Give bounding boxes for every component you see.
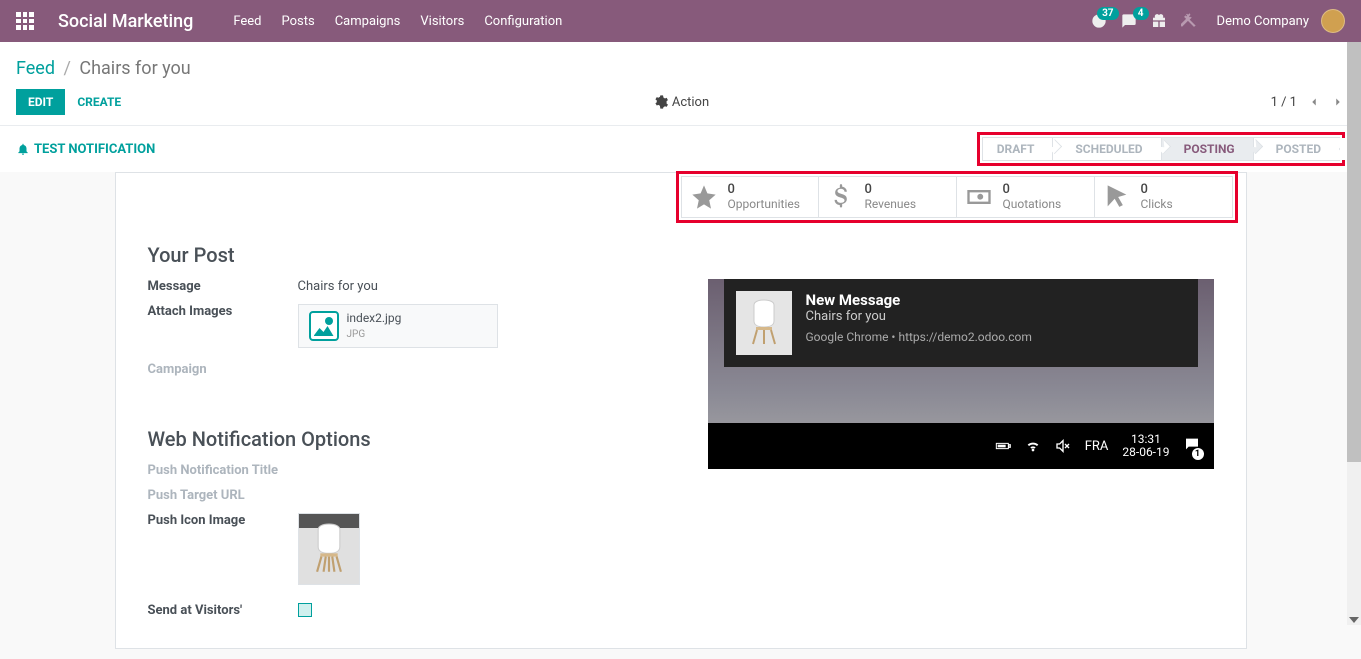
attachment-chip[interactable]: index2.jpgJPG — [298, 304, 498, 348]
breadcrumb: Feed / Chairs for you — [16, 58, 1345, 79]
send-visitors-checkbox[interactable] — [298, 603, 312, 617]
nav-campaigns[interactable]: Campaigns — [335, 14, 401, 29]
stat-quotations[interactable]: 0Quotations — [957, 176, 1095, 218]
volume-mute-icon — [1055, 438, 1071, 454]
discuss-icon[interactable]: 4 — [1121, 13, 1137, 29]
star-icon — [690, 183, 718, 211]
push-url-label: Push Target URL — [148, 488, 298, 503]
status-posted[interactable]: POSTED — [1254, 137, 1340, 161]
activities-badge: 37 — [1097, 7, 1118, 20]
send-visitors-label: Send at Visitors' — [148, 603, 298, 618]
stat-opportunities[interactable]: 0Opportunities — [681, 176, 819, 218]
your-post-heading: Your Post — [148, 243, 668, 267]
status-posting[interactable]: POSTING — [1162, 137, 1254, 161]
chevron-right-icon[interactable] — [1331, 95, 1345, 109]
breadcrumb-current: Chairs for you — [79, 58, 190, 79]
web-notif-heading: Web Notification Options — [148, 427, 668, 451]
pager-value[interactable]: 1 / 1 — [1271, 95, 1297, 110]
app-brand[interactable]: Social Marketing — [58, 11, 193, 32]
notification-meta: Google Chrome • https://demo2.odoo.com — [806, 330, 1032, 344]
campaign-label: Campaign — [148, 362, 298, 377]
taskbar-notification-icon: 1 — [1184, 436, 1200, 456]
chair-image — [307, 523, 351, 575]
status-bar-highlight: DRAFT SCHEDULED POSTING POSTED — [977, 132, 1345, 166]
control-panel: Feed / Chairs for you EDIT CREATE Action… — [0, 42, 1361, 115]
test-notification-button[interactable]: TEST NOTIFICATION — [16, 142, 155, 157]
message-label: Message — [148, 279, 298, 294]
push-icon-thumbnail[interactable] — [298, 513, 360, 585]
activities-icon[interactable]: 37 — [1091, 13, 1107, 29]
status-draft[interactable]: DRAFT — [982, 137, 1054, 161]
message-value: Chairs for you — [298, 279, 378, 294]
status-scheduled[interactable]: SCHEDULED — [1053, 137, 1161, 161]
notification-image — [736, 291, 792, 355]
stat-clicks[interactable]: 0Clicks — [1095, 176, 1233, 218]
user-avatar[interactable] — [1321, 9, 1345, 33]
battery-icon — [995, 438, 1011, 454]
nav-configuration[interactable]: Configuration — [484, 14, 562, 29]
breadcrumb-parent[interactable]: Feed — [16, 58, 55, 79]
nav-visitors[interactable]: Visitors — [420, 14, 464, 29]
notification-body: Chairs for you — [806, 309, 1032, 324]
company-name[interactable]: Demo Company — [1217, 14, 1309, 29]
main-navbar: Social Marketing Feed Posts Campaigns Vi… — [0, 0, 1361, 42]
preview-taskbar: FRA 13:3128-06-19 1 — [708, 423, 1214, 469]
edit-button[interactable]: EDIT — [16, 89, 65, 115]
notification-card: New Message Chairs for you Google Chrome… — [724, 279, 1198, 367]
status-bar: DRAFT SCHEDULED POSTING POSTED — [982, 137, 1340, 161]
cursor-icon — [1103, 183, 1131, 211]
discuss-badge: 4 — [1133, 7, 1149, 20]
taskbar-date: 28-06-19 — [1122, 446, 1169, 459]
money-icon — [965, 183, 993, 211]
status-row: TEST NOTIFICATION DRAFT SCHEDULED POSTIN… — [0, 126, 1361, 172]
taskbar-lang: FRA — [1085, 439, 1109, 454]
debug-icon[interactable] — [1181, 13, 1197, 29]
dollar-icon — [827, 183, 855, 211]
push-title-label: Push Notification Title — [148, 463, 298, 478]
notification-preview: New Message Chairs for you Google Chrome… — [708, 279, 1214, 469]
notification-title: New Message — [806, 291, 1032, 309]
bell-icon — [16, 142, 30, 156]
gear-icon — [652, 94, 668, 110]
stat-revenues[interactable]: 0Revenues — [819, 176, 957, 218]
create-button[interactable]: CREATE — [65, 89, 133, 115]
gift-icon[interactable] — [1151, 13, 1167, 29]
wifi-icon — [1025, 438, 1041, 454]
nav-posts[interactable]: Posts — [282, 14, 315, 29]
vertical-scrollbar[interactable] — [1347, 42, 1361, 625]
apps-icon[interactable] — [16, 12, 34, 30]
image-icon — [309, 311, 339, 341]
chevron-left-icon[interactable] — [1307, 95, 1321, 109]
action-dropdown[interactable]: Action — [652, 94, 709, 110]
push-icon-label: Push Icon Image — [148, 513, 298, 585]
stat-buttons-highlight: 0Opportunities 0Revenues 0Quotations 0Cl… — [676, 171, 1238, 223]
form-sheet: 0Opportunities 0Revenues 0Quotations 0Cl… — [115, 172, 1247, 649]
nav-feed[interactable]: Feed — [233, 14, 261, 29]
attach-label: Attach Images — [148, 304, 298, 348]
